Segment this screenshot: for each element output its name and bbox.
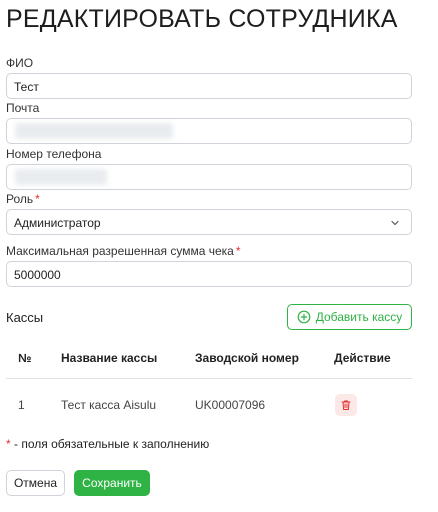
save-button[interactable]: Сохранить bbox=[74, 470, 150, 496]
page-title: РЕДАКТИРОВАТЬ СОТРУДНИКА bbox=[6, 5, 398, 33]
phone-label: Номер телефона bbox=[6, 147, 102, 161]
cancel-button[interactable]: Отмена bbox=[6, 470, 65, 496]
column-header: Действие bbox=[334, 351, 391, 365]
row-number: 1 bbox=[18, 398, 25, 412]
add-cashbox-button[interactable]: Добавить кассу bbox=[287, 304, 412, 330]
role-label-text: Роль bbox=[6, 192, 34, 206]
add-cashbox-label: Добавить кассу bbox=[315, 310, 403, 324]
max-sum-label-text: Максимальная разрешенная сумма чека bbox=[6, 244, 234, 258]
fio-label: ФИО bbox=[6, 56, 34, 70]
fio-value: Тест bbox=[14, 80, 39, 94]
row-serial-number: UK00007096 bbox=[195, 398, 266, 412]
delete-cashbox-button[interactable] bbox=[335, 394, 357, 416]
column-header: № bbox=[18, 351, 32, 365]
fio-input[interactable]: Тест bbox=[6, 73, 412, 99]
required-note-text: - поля обязательные к заполнению bbox=[10, 437, 210, 451]
column-header: Название кассы bbox=[61, 351, 158, 365]
role-value: Администратор bbox=[14, 216, 101, 230]
table-divider bbox=[6, 378, 412, 379]
email-label: Почта bbox=[6, 101, 40, 115]
required-fields-note: * - поля обязательные к заполнению bbox=[6, 437, 209, 451]
required-mark: * bbox=[35, 192, 40, 206]
role-label: Роль * bbox=[6, 192, 40, 206]
max-sum-label: Максимальная разрешенная сумма чека * bbox=[6, 244, 240, 258]
chevron-down-icon bbox=[391, 220, 399, 226]
trash-icon bbox=[341, 400, 351, 410]
plus-circle-icon bbox=[297, 310, 311, 324]
email-redacted bbox=[15, 123, 173, 139]
column-header: Заводской номер bbox=[195, 351, 299, 365]
required-mark: * bbox=[235, 244, 241, 258]
max-sum-value: 5000000 bbox=[14, 268, 61, 282]
email-input[interactable] bbox=[6, 118, 412, 144]
phone-input[interactable] bbox=[6, 164, 412, 190]
cashboxes-title: Кассы bbox=[6, 310, 44, 325]
max-sum-input[interactable]: 5000000 bbox=[6, 261, 412, 287]
row-cashbox-name: Тест касса Aisulu bbox=[61, 398, 157, 412]
phone-redacted bbox=[15, 169, 107, 185]
role-select[interactable]: Администратор bbox=[6, 209, 412, 235]
